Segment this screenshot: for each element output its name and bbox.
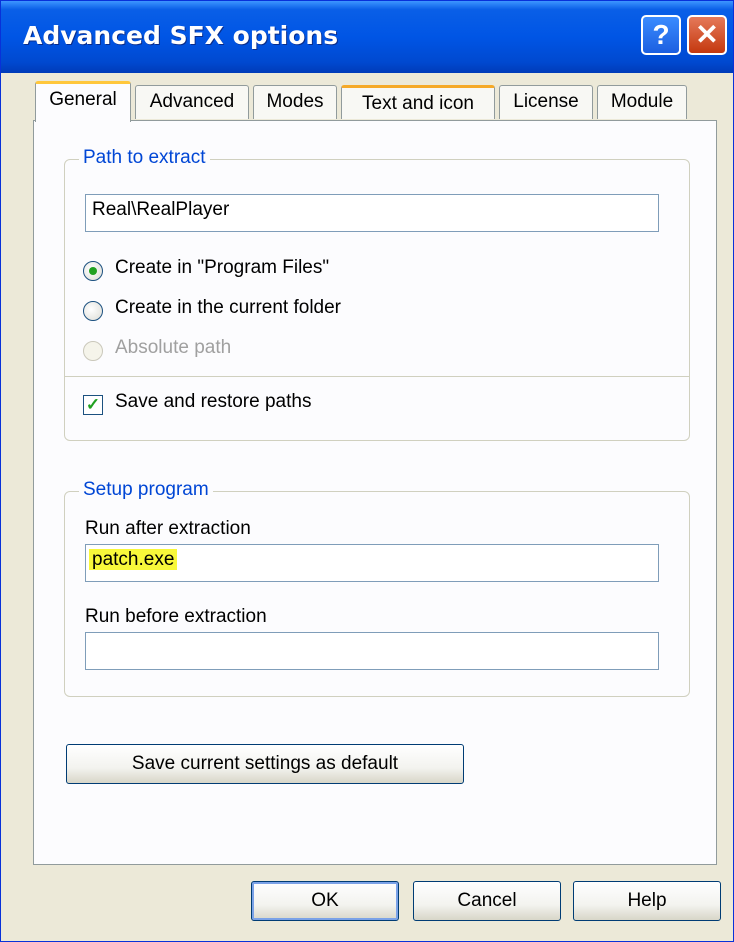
radio-absolute-path-label: Absolute path: [115, 337, 232, 358]
cancel-button[interactable]: Cancel: [413, 881, 561, 921]
radio-absolute-path: [83, 341, 103, 361]
run-after-label: Run after extraction: [85, 518, 251, 539]
window-title: Advanced SFX options: [23, 21, 339, 50]
setup-group-legend: Setup program: [79, 479, 213, 501]
run-before-label: Run before extraction: [85, 606, 267, 627]
path-input[interactable]: Real\RealPlayer: [85, 194, 659, 232]
tab-module[interactable]: Module: [597, 85, 687, 119]
help-title-button[interactable]: ?: [641, 15, 681, 55]
run-after-extraction-input[interactable]: patch.exe: [85, 544, 659, 582]
tab-license[interactable]: License: [499, 85, 593, 119]
save-restore-paths-label[interactable]: Save and restore paths: [115, 391, 311, 413]
help-button[interactable]: Help: [573, 881, 721, 921]
group-separator: [65, 376, 689, 377]
close-button[interactable]: ✕: [687, 15, 727, 55]
tab-advanced[interactable]: Advanced: [135, 85, 249, 119]
tab-modes[interactable]: Modes: [253, 85, 337, 119]
radio-program-files-label[interactable]: Create in "Program Files": [115, 257, 329, 279]
radio-current-folder-label[interactable]: Create in the current folder: [115, 297, 341, 319]
path-to-extract-group: Path to extract Real\RealPlayer Create i…: [64, 147, 690, 441]
run-before-extraction-input[interactable]: [85, 632, 659, 670]
save-settings-as-default-button[interactable]: Save current settings as default: [66, 744, 464, 784]
tab-general[interactable]: General: [35, 81, 131, 122]
advanced-sfx-options-dialog: Advanced SFX options ? ✕ General Advance…: [0, 0, 734, 942]
save-restore-paths-checkbox[interactable]: ✓: [83, 395, 103, 415]
tab-text-and-icon[interactable]: Text and icon: [341, 85, 495, 119]
path-group-legend: Path to extract: [79, 147, 210, 169]
question-icon: ?: [652, 19, 670, 50]
setup-program-group: Setup program Run after extraction patch…: [64, 479, 690, 697]
close-icon: ✕: [695, 19, 719, 50]
general-tab-panel: Path to extract Real\RealPlayer Create i…: [33, 120, 717, 865]
run-after-value: patch.exe: [89, 549, 178, 570]
ok-button[interactable]: OK: [251, 881, 399, 921]
radio-create-in-program-files[interactable]: [83, 261, 103, 281]
path-input-value: Real\RealPlayer: [92, 199, 230, 220]
title-bar[interactable]: Advanced SFX options ? ✕: [1, 1, 733, 73]
radio-create-in-current-folder[interactable]: [83, 301, 103, 321]
